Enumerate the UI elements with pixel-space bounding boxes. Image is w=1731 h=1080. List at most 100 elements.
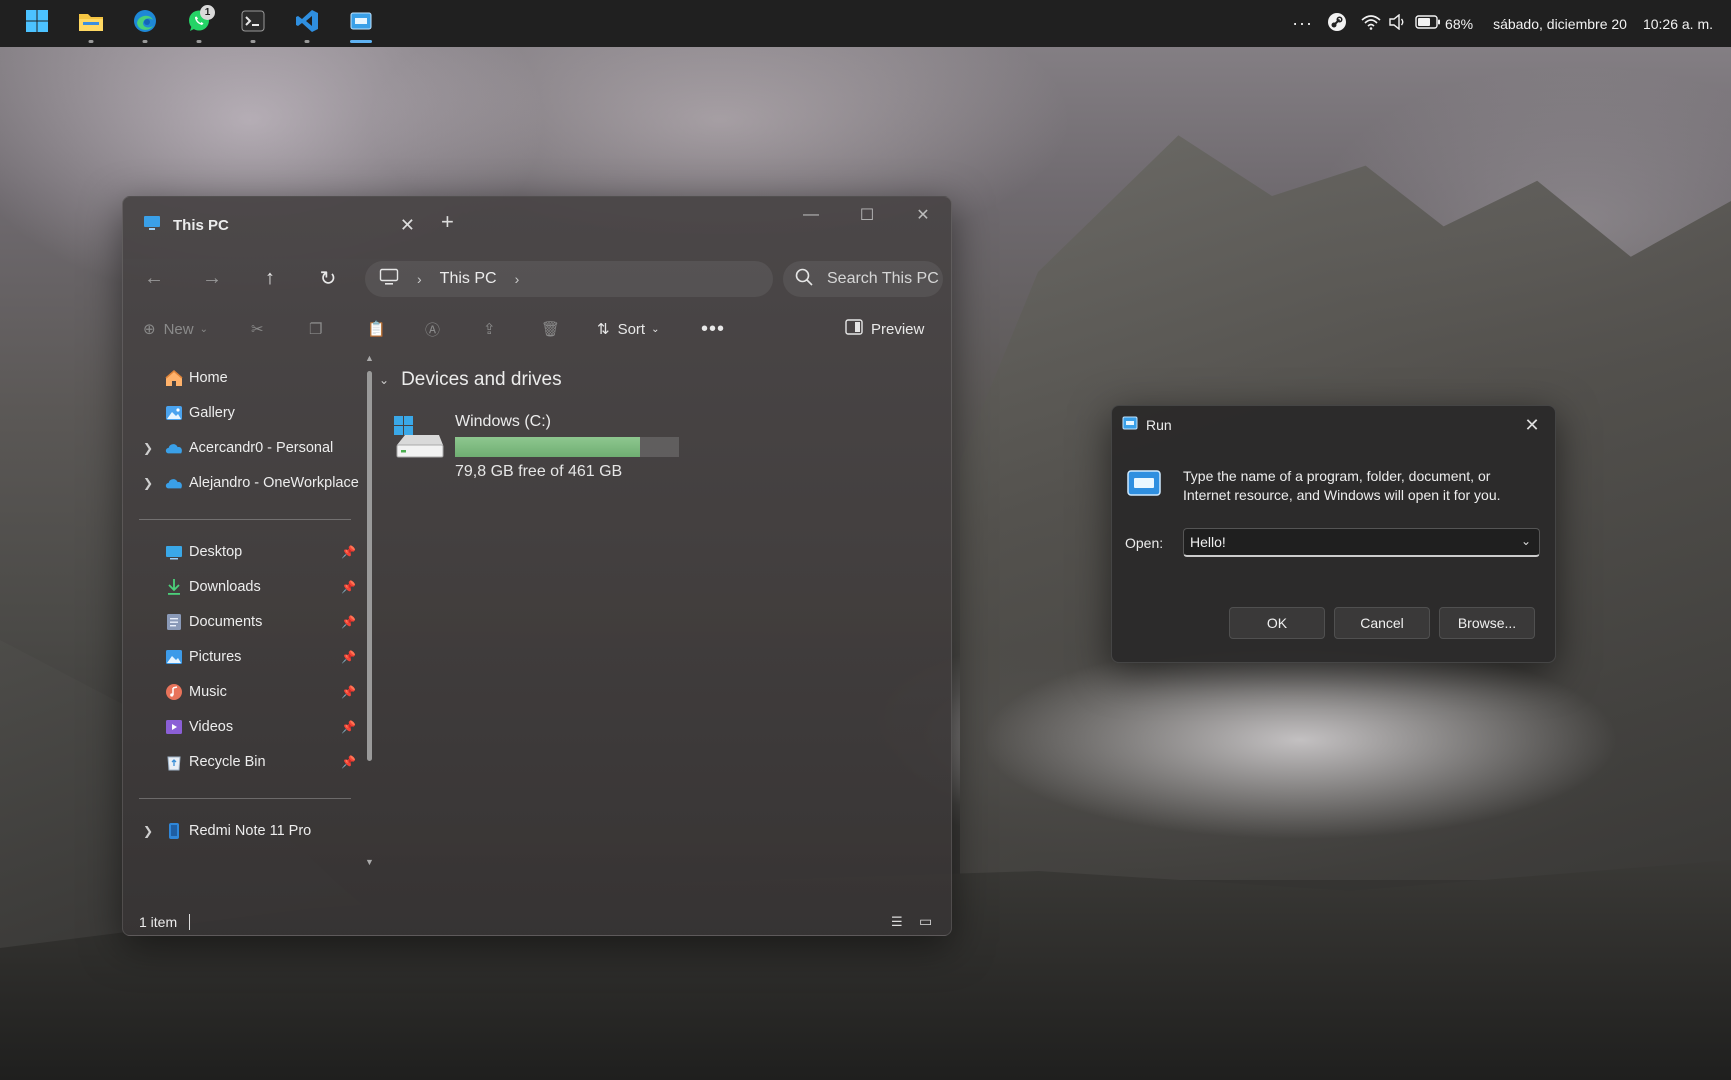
drive-usage-bar	[455, 437, 679, 457]
volume-icon[interactable]	[1389, 13, 1407, 33]
more-icon[interactable]: ···	[1292, 13, 1313, 34]
sidebar-item-label: Home	[189, 370, 228, 386]
running-indicator	[196, 40, 202, 43]
chevron-down-icon[interactable]: ⌄	[1521, 534, 1531, 548]
ok-button[interactable]: OK	[1229, 607, 1325, 639]
sidebar-item-downloads[interactable]: Downloads 📌	[123, 570, 363, 604]
minimize-button[interactable]: —	[783, 197, 839, 233]
close-dialog-button[interactable]: ✕	[1519, 412, 1545, 438]
pin-icon[interactable]: 📌	[341, 650, 356, 664]
maximize-button[interactable]: ☐	[839, 197, 895, 233]
taskbar-terminal[interactable]	[226, 0, 280, 47]
taskbar-run[interactable]	[334, 0, 388, 47]
delete-icon[interactable]: 🗑	[541, 315, 560, 343]
sidebar-item-redmi-phone[interactable]: ❯ Redmi Note 11 Pro	[123, 814, 363, 848]
pin-icon[interactable]: 📌	[341, 615, 356, 629]
close-tab-icon[interactable]: ✕	[400, 215, 415, 236]
address-bar[interactable]: › This PC ›	[365, 261, 773, 297]
onedrive-icon	[165, 439, 183, 457]
sidebar-item-onedrive-work[interactable]: ❯ Alejandro - OneWorkplace	[123, 466, 363, 500]
sidebar-item-onedrive-personal[interactable]: ❯ Acercandr0 - Personal	[123, 431, 363, 465]
active-indicator	[350, 40, 372, 43]
scrollbar-thumb[interactable]	[367, 371, 372, 761]
open-label: Open:	[1125, 535, 1164, 551]
wifi-icon[interactable]	[1361, 14, 1381, 33]
sidebar-item-pictures[interactable]: Pictures 📌	[123, 640, 363, 674]
taskbar-edge[interactable]	[118, 0, 172, 47]
cut-icon[interactable]: ✂	[251, 315, 264, 343]
sidebar-item-label: Gallery	[189, 405, 235, 421]
new-button[interactable]: ⊕ New ⌄	[143, 315, 208, 343]
sidebar-item-gallery[interactable]: Gallery	[123, 396, 363, 430]
pin-icon[interactable]: 📌	[341, 755, 356, 769]
preview-button[interactable]: Preview	[845, 315, 924, 343]
sidebar-item-label: Alejandro - OneWorkplace	[189, 475, 359, 491]
sidebar-item-label: Redmi Note 11 Pro	[189, 823, 312, 839]
battery-icon[interactable]	[1415, 15, 1441, 32]
browse-button[interactable]: Browse...	[1439, 607, 1535, 639]
rename-icon[interactable]: Ⓐ	[425, 315, 440, 343]
taskbar-vscode[interactable]	[280, 0, 334, 47]
refresh-button[interactable]: ↻	[313, 263, 343, 293]
scroll-up-icon[interactable]: ▲	[365, 353, 374, 363]
wallpaper-fog	[980, 640, 1620, 840]
forward-button[interactable]: →	[197, 263, 227, 293]
date[interactable]: sábado, diciembre 20	[1493, 16, 1627, 32]
tiles-view-icon[interactable]: ▭	[919, 913, 932, 930]
pin-icon[interactable]: 📌	[341, 685, 356, 699]
clock[interactable]: 10:26 a. m.	[1643, 16, 1713, 32]
sidebar-item-documents[interactable]: Documents 📌	[123, 605, 363, 639]
running-indicator	[250, 40, 256, 43]
edge-icon	[133, 9, 157, 38]
chevron-down-icon: ⌄	[379, 373, 390, 387]
open-combobox[interactable]: Hello! ⌄	[1183, 528, 1540, 557]
run-dialog: Run ✕ Type the name of a program, folder…	[1111, 405, 1556, 663]
section-devices-and-drives[interactable]: ⌄ Devices and drives	[379, 369, 562, 391]
up-button[interactable]: ↑	[255, 263, 285, 293]
tab-this-pc[interactable]: This PC ✕	[131, 207, 431, 243]
new-tab-button[interactable]: +	[441, 209, 454, 235]
music-icon	[165, 683, 183, 701]
cancel-button[interactable]: Cancel	[1334, 607, 1430, 639]
onedrive-icon	[165, 474, 183, 492]
pin-icon[interactable]: 📌	[341, 545, 356, 559]
search-box[interactable]: Search This PC	[783, 261, 943, 297]
pin-icon[interactable]: 📌	[341, 580, 356, 594]
scroll-down-icon[interactable]: ▼	[365, 857, 374, 867]
preview-pane-icon	[845, 319, 863, 339]
sidebar-item-home[interactable]: Home	[123, 361, 363, 395]
sidebar-item-desktop[interactable]: Desktop 📌	[123, 535, 363, 569]
sidebar-item-label: Pictures	[189, 649, 242, 665]
chevron-right-icon[interactable]: ›	[417, 271, 422, 287]
more-options-icon[interactable]: •••	[701, 315, 725, 343]
start-button[interactable]	[10, 0, 64, 47]
close-window-button[interactable]: ✕	[895, 197, 951, 233]
sidebar-item-recycle-bin[interactable]: Recycle Bin 📌	[123, 745, 363, 779]
pin-icon[interactable]: 📌	[341, 720, 356, 734]
run-icon	[350, 11, 372, 36]
steam-icon[interactable]	[1327, 12, 1347, 35]
sidebar-scrollbar[interactable]: ▲ ▼	[363, 353, 377, 902]
sort-button[interactable]: ⇅ Sort ⌄	[597, 315, 659, 343]
windows-logo-icon	[25, 9, 49, 38]
breadcrumb-this-pc[interactable]: This PC	[440, 270, 497, 288]
sort-icon: ⇅	[597, 321, 610, 338]
drive-c[interactable]: Windows (C:) 79,8 GB free of 461 GB	[393, 407, 693, 487]
taskbar-whatsapp[interactable]: 1	[172, 0, 226, 47]
vscode-icon	[295, 9, 319, 38]
paste-icon[interactable]: 📋	[367, 315, 386, 343]
taskbar-file-explorer[interactable]	[64, 0, 118, 47]
back-button[interactable]: ←	[139, 263, 169, 293]
sidebar-item-music[interactable]: Music 📌	[123, 675, 363, 709]
chevron-right-icon[interactable]: ❯	[143, 476, 153, 490]
chevron-right-icon[interactable]: ❯	[143, 441, 153, 455]
gallery-icon	[165, 404, 183, 422]
copy-icon[interactable]: ❐	[309, 315, 322, 343]
open-input-value[interactable]: Hello!	[1190, 534, 1226, 550]
chevron-right-icon[interactable]: ❯	[143, 824, 153, 838]
sidebar-item-label: Downloads	[189, 579, 261, 595]
chevron-right-icon[interactable]: ›	[515, 271, 520, 287]
details-view-icon[interactable]: ☰	[891, 914, 903, 930]
sidebar-item-videos[interactable]: Videos 📌	[123, 710, 363, 744]
share-icon[interactable]: ⇪	[483, 315, 496, 343]
